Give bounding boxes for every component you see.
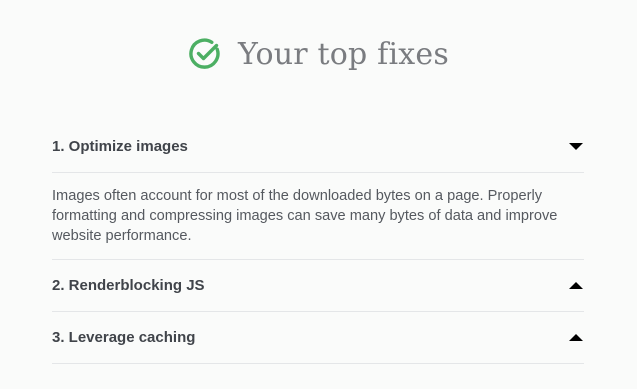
header: Your top fixes <box>0 30 637 78</box>
fix-item-leverage-caching: 3. Leverage caching <box>52 312 584 364</box>
fix-toggle-optimize-images[interactable]: 1. Optimize images <box>52 121 584 173</box>
caret-up-icon[interactable] <box>569 334 583 341</box>
fix-label: 1. Optimize images <box>52 138 188 155</box>
caret-down-icon[interactable] <box>569 143 583 150</box>
fix-item-optimize-images: 1. Optimize images Images often account … <box>52 121 584 260</box>
fix-item-renderblocking-js: 2. Renderblocking JS <box>52 260 584 312</box>
fix-toggle-leverage-caching[interactable]: 3. Leverage caching <box>52 312 584 364</box>
fixes-list: 1. Optimize images Images often account … <box>52 121 584 364</box>
check-circle-icon <box>188 37 222 71</box>
fix-label: 3. Leverage caching <box>52 329 196 346</box>
caret-up-icon[interactable] <box>569 282 583 289</box>
fix-toggle-renderblocking-js[interactable]: 2. Renderblocking JS <box>52 260 584 312</box>
fix-description: Images often account for most of the dow… <box>52 173 584 260</box>
fix-label: 2. Renderblocking JS <box>52 277 205 294</box>
page-title: Your top fixes <box>238 36 449 72</box>
